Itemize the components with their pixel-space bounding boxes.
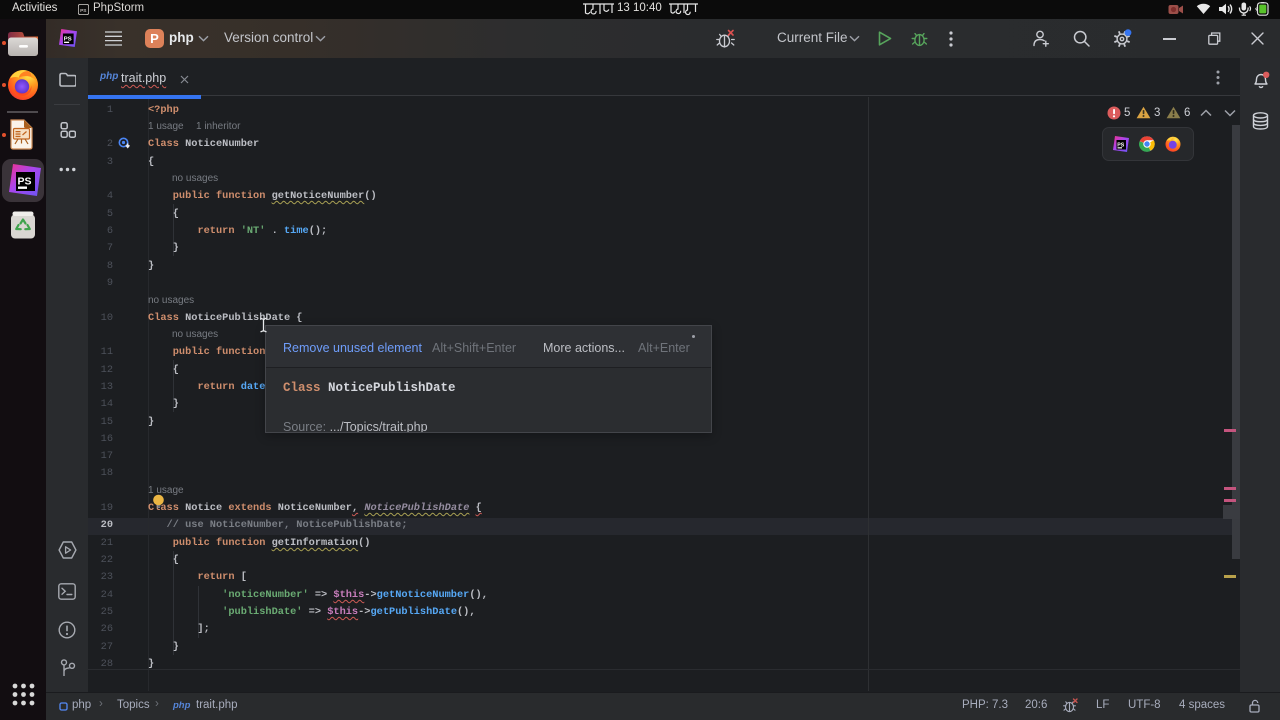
svg-text:PS: PS — [64, 37, 72, 43]
svg-text:PS: PS — [18, 176, 32, 188]
svg-text:PS: PS — [80, 8, 87, 14]
